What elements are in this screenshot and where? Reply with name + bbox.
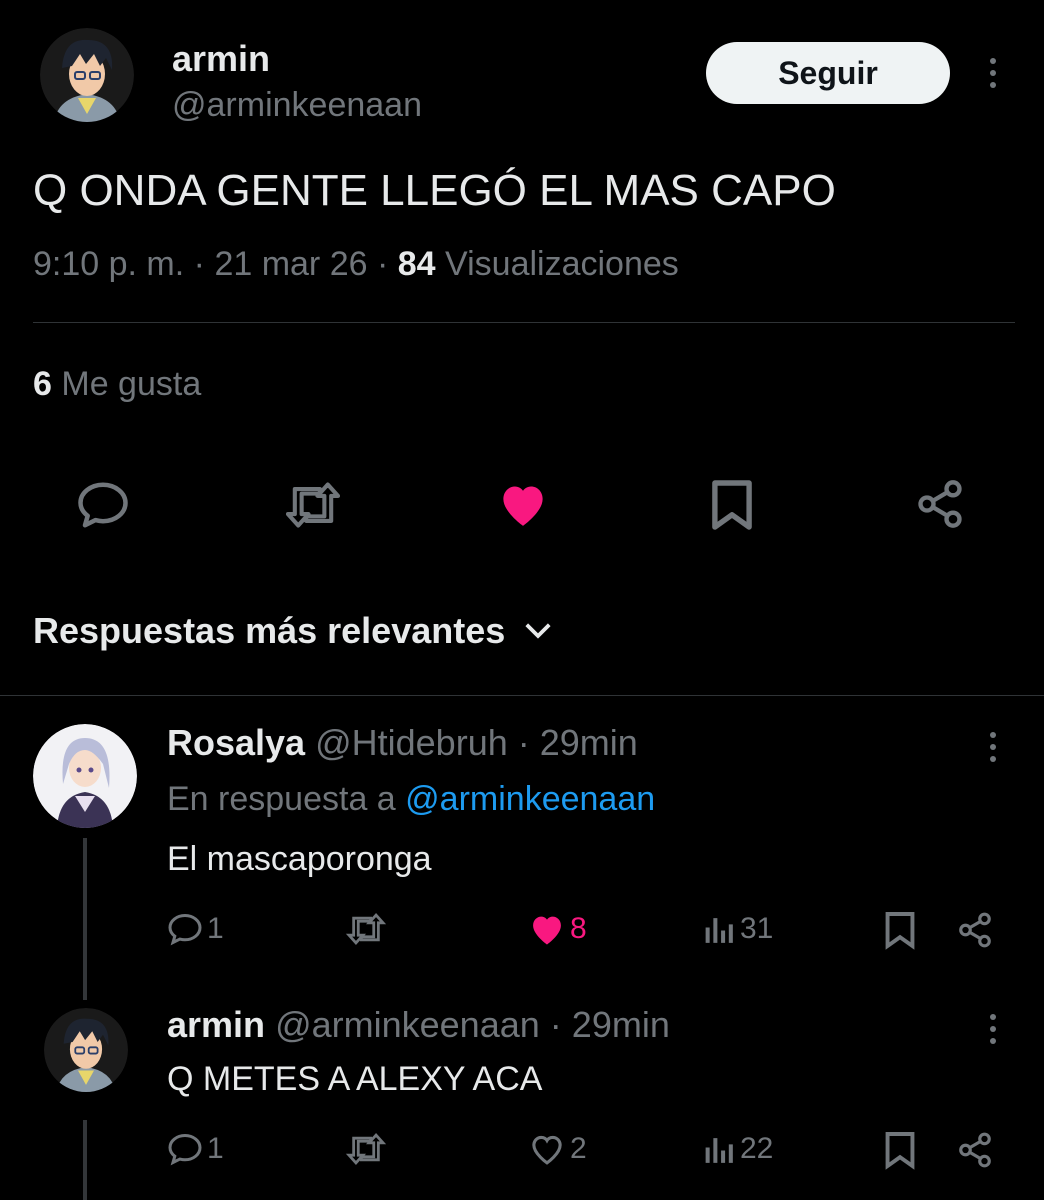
views-count: 84 — [397, 245, 436, 283]
bookmark-icon — [884, 910, 916, 950]
reply-text: El mascaporonga — [167, 840, 432, 878]
reply-time[interactable]: 29min — [540, 722, 638, 763]
author-handle[interactable]: @arminkeenaan — [172, 86, 422, 125]
reply-button[interactable]: 1 — [167, 1132, 224, 1166]
meta-separator: · — [549, 1004, 562, 1045]
thread-line — [83, 1120, 87, 1200]
like-count: 8 — [570, 912, 587, 945]
more-icon[interactable] — [988, 58, 998, 88]
repost-button[interactable] — [344, 912, 388, 946]
reply-header: armin @arminkeenaan · 29min — [167, 1004, 670, 1046]
views-icon — [704, 1132, 736, 1166]
post-text: Q ONDA GENTE LLEGÓ EL MAS CAPO — [33, 166, 836, 215]
heart-icon — [528, 912, 566, 946]
reply-to-handle[interactable]: @arminkeenaan — [405, 780, 655, 818]
bookmark-button[interactable] — [884, 1130, 916, 1170]
reply-avatar[interactable] — [33, 724, 137, 828]
reply-count: 1 — [207, 1132, 224, 1165]
divider — [0, 695, 1044, 696]
author-name[interactable]: armin — [172, 38, 270, 80]
repost-icon — [344, 1132, 388, 1166]
views-label: Visualizaciones — [445, 245, 679, 283]
heart-icon[interactable] — [496, 480, 550, 528]
likes-count: 6 — [33, 365, 52, 403]
likes-label: Me gusta — [61, 365, 202, 403]
replies-sort-label: Respuestas más relevantes — [33, 610, 506, 651]
bookmark-button[interactable] — [884, 910, 916, 950]
reply-icon — [167, 1132, 203, 1166]
post-meta: 9:10 p. m. · 21 mar 26 · 84 Visualizacio… — [33, 245, 679, 284]
views-button[interactable]: 22 — [704, 1132, 773, 1166]
follow-button[interactable]: Seguir — [706, 42, 950, 104]
divider — [33, 322, 1015, 323]
post-date[interactable]: 21 mar 26 — [214, 245, 367, 283]
repost-button[interactable] — [344, 1132, 388, 1166]
repost-icon[interactable] — [282, 480, 344, 530]
heart-outline-icon — [528, 1132, 566, 1166]
reply-to-line: En respuesta a @arminkeenaan — [167, 780, 655, 819]
reply-count: 1 — [207, 912, 224, 945]
meta-separator: · — [517, 722, 530, 763]
share-button[interactable] — [956, 1130, 994, 1170]
reply-time[interactable]: 29min — [572, 1004, 670, 1045]
like-button[interactable]: 8 — [528, 912, 587, 946]
replies-sort-dropdown[interactable]: Respuestas más relevantes — [33, 610, 553, 652]
share-icon — [956, 910, 994, 950]
reply-author-handle[interactable]: @arminkeenaan — [275, 1004, 540, 1045]
meta-separator: · — [376, 245, 389, 283]
reply-header: Rosalya @Htidebruh · 29min — [167, 722, 638, 764]
meta-separator: · — [193, 245, 205, 283]
share-icon[interactable] — [914, 478, 966, 530]
like-count: 2 — [570, 1132, 587, 1165]
repost-icon — [344, 912, 388, 946]
reply-author-name[interactable]: armin — [167, 1004, 265, 1045]
views-count: 31 — [740, 912, 774, 945]
likes-stat[interactable]: 6 Me gusta — [33, 365, 201, 404]
reply-text: Q METES A ALEXY ACA — [167, 1060, 543, 1098]
reply-icon[interactable] — [76, 480, 130, 530]
post-time[interactable]: 9:10 p. m. — [33, 245, 184, 283]
reply-avatar[interactable] — [44, 1008, 128, 1092]
views-count: 22 — [740, 1132, 774, 1165]
share-button[interactable] — [956, 910, 994, 950]
share-icon — [956, 1130, 994, 1170]
reply-author-name[interactable]: Rosalya — [167, 722, 305, 763]
bookmark-icon — [884, 1130, 916, 1170]
thread-line — [83, 838, 87, 1000]
reply-to-prefix: En respuesta a — [167, 780, 396, 818]
more-icon[interactable] — [988, 1014, 998, 1044]
more-icon[interactable] — [988, 732, 998, 762]
reply-button[interactable]: 1 — [167, 912, 224, 946]
reply-author-handle[interactable]: @Htidebruh — [315, 722, 508, 763]
author-avatar[interactable] — [40, 28, 134, 122]
like-button[interactable]: 2 — [528, 1132, 587, 1166]
views-icon — [704, 912, 736, 946]
reply-icon — [167, 912, 203, 946]
chevron-down-icon — [523, 620, 553, 642]
views-button[interactable]: 31 — [704, 912, 773, 946]
bookmark-icon[interactable] — [710, 478, 754, 532]
